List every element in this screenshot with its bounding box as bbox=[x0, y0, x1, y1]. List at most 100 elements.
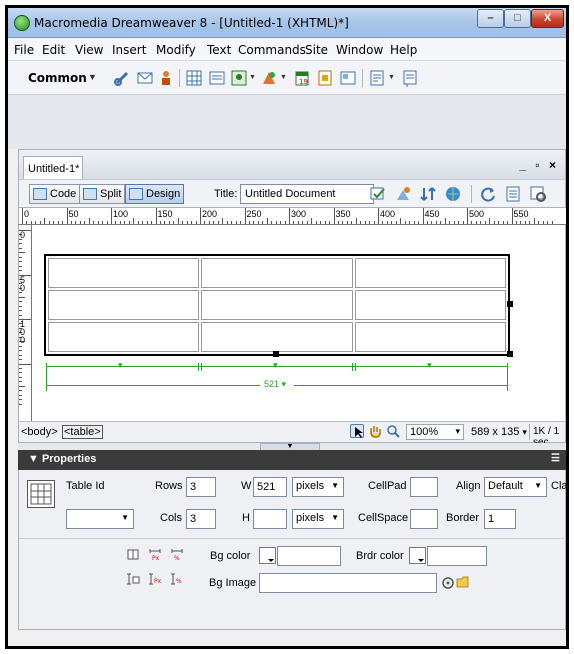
image-dropdown-arrow[interactable]: ▼ bbox=[249, 74, 256, 81]
convert-widths-percent-icon[interactable]: % bbox=[170, 547, 184, 562]
point-to-file-icon[interactable] bbox=[441, 576, 455, 590]
hand-tool-icon[interactable] bbox=[368, 424, 382, 438]
menu-site[interactable]: Site bbox=[305, 43, 328, 57]
menu-view[interactable]: View bbox=[75, 43, 103, 57]
select-tool-icon[interactable] bbox=[350, 424, 364, 438]
media-dropdown-arrow[interactable]: ▼ bbox=[280, 74, 287, 81]
view-options-icon[interactable] bbox=[504, 185, 522, 203]
resize-handle-right[interactable] bbox=[507, 301, 513, 307]
menu-help[interactable]: Help bbox=[390, 43, 417, 57]
date-icon[interactable]: 19 bbox=[293, 69, 311, 87]
design-view-icon bbox=[129, 188, 143, 200]
table-cell[interactable] bbox=[354, 290, 506, 320]
document-tab[interactable]: Untitled-1* bbox=[23, 156, 83, 180]
split-view-button[interactable]: Split bbox=[79, 184, 126, 204]
preview-browser-icon[interactable] bbox=[444, 185, 462, 203]
resize-handle-corner[interactable] bbox=[507, 351, 513, 357]
menu-text[interactable]: Text bbox=[207, 43, 231, 57]
height-field[interactable] bbox=[253, 509, 287, 529]
properties-panel-header[interactable]: ▼ Properties ☰ bbox=[18, 450, 566, 470]
design-canvas[interactable]: ▾ ▾ ▾ 521 ▾ bbox=[32, 225, 566, 421]
layer-icon[interactable] bbox=[208, 69, 226, 87]
zoom-select[interactable]: 100% ▾ bbox=[406, 424, 464, 440]
design-view-button[interactable]: Design bbox=[125, 184, 185, 204]
image-icon[interactable] bbox=[230, 69, 248, 87]
table-cell[interactable] bbox=[354, 322, 506, 352]
menu-modify[interactable]: Modify bbox=[156, 43, 196, 57]
menu-commands[interactable]: Commands bbox=[238, 43, 306, 57]
bgcolor-swatch[interactable] bbox=[259, 547, 276, 564]
cols-field[interactable] bbox=[186, 509, 216, 529]
title-bar[interactable]: Macromedia Dreamweaver 8 - [Untitled-1 (… bbox=[8, 8, 566, 38]
tag-chooser-icon[interactable] bbox=[401, 69, 419, 87]
table-cell[interactable] bbox=[354, 258, 506, 288]
validate-markup-icon[interactable] bbox=[369, 185, 387, 203]
table-cell[interactable] bbox=[48, 258, 200, 288]
close-button[interactable]: X bbox=[531, 9, 564, 28]
table-width-label[interactable]: 521 ▾ bbox=[264, 379, 286, 390]
head-content-icon[interactable] bbox=[368, 69, 386, 87]
bgimage-field[interactable] bbox=[259, 573, 437, 593]
selected-table[interactable] bbox=[44, 254, 510, 356]
doc-title-input[interactable] bbox=[240, 184, 374, 204]
clear-column-widths-icon[interactable] bbox=[126, 547, 140, 561]
code-view-button[interactable]: Code bbox=[29, 184, 81, 204]
ruler-tick bbox=[280, 221, 282, 224]
zoom-tool-icon[interactable] bbox=[386, 424, 400, 438]
tag-selector-table[interactable]: <table> bbox=[62, 425, 103, 439]
panel-expander-arrow[interactable]: ◂ bbox=[567, 358, 569, 369]
convert-widths-pixels-icon[interactable]: Px bbox=[148, 547, 162, 562]
column-width-marker[interactable]: ▾ bbox=[427, 360, 432, 371]
convert-heights-pixels-icon[interactable]: Px bbox=[148, 572, 162, 586]
ruler-tick bbox=[186, 221, 188, 224]
width-field[interactable] bbox=[253, 477, 287, 497]
table-cell[interactable] bbox=[201, 290, 353, 320]
cellspace-field[interactable] bbox=[410, 509, 438, 529]
border-field[interactable] bbox=[484, 509, 516, 529]
column-width-marker[interactable]: ▾ bbox=[118, 360, 123, 371]
insert-category-label[interactable]: Common bbox=[28, 71, 87, 85]
height-unit-select[interactable]: pixels ▼ bbox=[292, 509, 344, 529]
width-unit-select[interactable]: pixels ▼ bbox=[292, 477, 344, 497]
table-cell[interactable] bbox=[48, 322, 200, 352]
table-cell[interactable] bbox=[201, 322, 353, 352]
document-window-controls[interactable]: _ ▫ × bbox=[519, 158, 559, 172]
menu-edit[interactable]: Edit bbox=[42, 43, 65, 57]
browser-compat-icon[interactable] bbox=[394, 185, 412, 203]
brdrcolor-field[interactable] bbox=[427, 546, 487, 566]
comment-icon[interactable] bbox=[316, 69, 334, 87]
tag-selector-body[interactable]: <body> bbox=[21, 426, 58, 438]
menu-file[interactable]: File bbox=[14, 43, 34, 57]
rows-field[interactable] bbox=[186, 477, 216, 497]
column-width-marker[interactable]: ▾ bbox=[273, 360, 278, 371]
browse-folder-icon[interactable] bbox=[456, 575, 472, 589]
maximize-button[interactable]: □ bbox=[504, 9, 531, 28]
templates-icon[interactable] bbox=[339, 69, 357, 87]
panel-options-icon[interactable]: ☰ bbox=[551, 453, 560, 464]
refresh-icon[interactable] bbox=[479, 185, 497, 203]
table-id-select[interactable]: ▼ bbox=[66, 509, 134, 529]
table-icon[interactable] bbox=[185, 69, 203, 87]
hyperlink-icon[interactable] bbox=[113, 69, 131, 87]
align-select[interactable]: Default ▼ bbox=[484, 477, 547, 497]
minimize-button[interactable]: – bbox=[477, 9, 504, 28]
media-icon[interactable] bbox=[260, 69, 278, 87]
brdrcolor-swatch[interactable] bbox=[409, 547, 426, 564]
table-cell[interactable] bbox=[201, 258, 353, 288]
named-anchor-icon[interactable] bbox=[157, 69, 175, 87]
bgcolor-field[interactable] bbox=[277, 546, 341, 566]
clear-row-heights-icon[interactable] bbox=[126, 572, 140, 586]
table-cell[interactable] bbox=[48, 290, 200, 320]
email-link-icon[interactable] bbox=[136, 69, 154, 87]
convert-heights-percent-icon[interactable]: % bbox=[170, 572, 184, 586]
file-management-icon[interactable] bbox=[419, 185, 437, 203]
visual-aids-icon[interactable] bbox=[529, 185, 547, 203]
resize-handle-bottom[interactable] bbox=[273, 351, 279, 357]
menu-insert[interactable]: Insert bbox=[112, 43, 146, 57]
menu-window[interactable]: Window bbox=[336, 43, 383, 57]
width-guide-tick bbox=[507, 363, 508, 391]
cellpad-field[interactable] bbox=[410, 477, 438, 497]
insert-category-arrow[interactable]: ▼ bbox=[88, 72, 97, 82]
window-size[interactable]: 589 x 135 ▾ bbox=[471, 426, 527, 438]
head-dropdown-arrow[interactable]: ▼ bbox=[388, 74, 395, 81]
